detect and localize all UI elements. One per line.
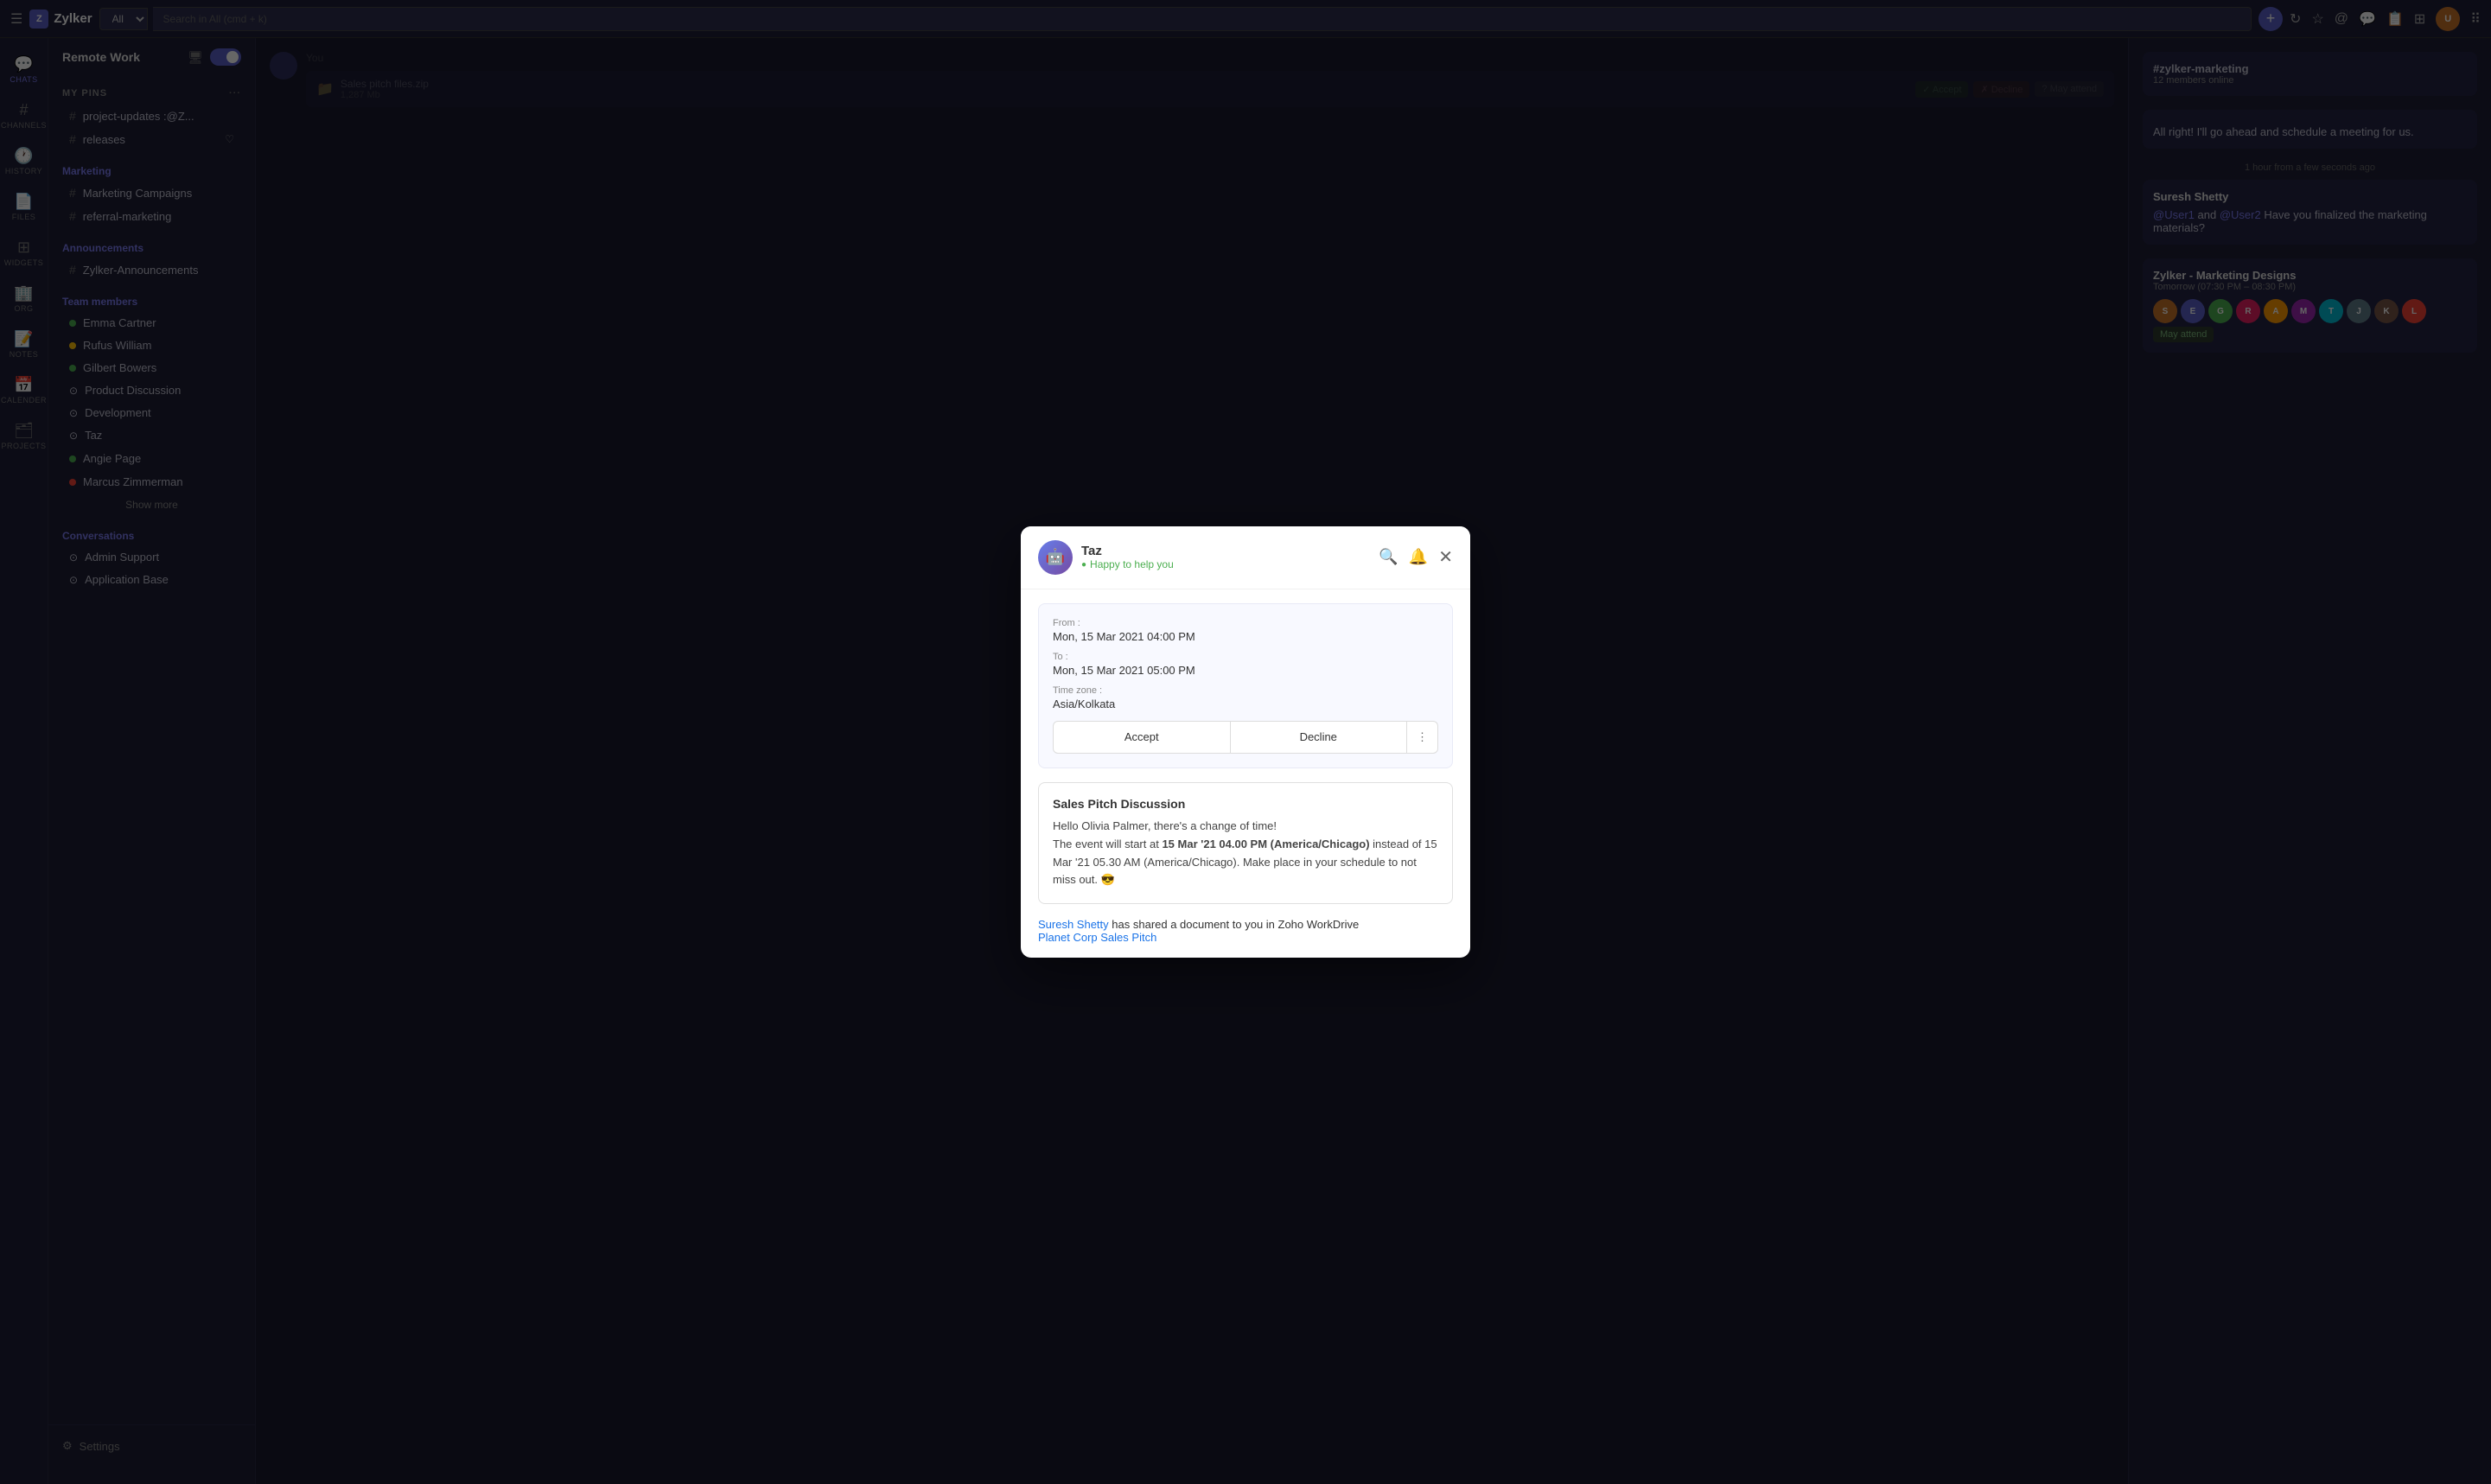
event-card: From : Mon, 15 Mar 2021 04:00 PM To : Mo… (1038, 603, 1453, 768)
modal-search-button[interactable]: 🔍 (1379, 548, 1398, 566)
event-to-value: Mon, 15 Mar 2021 05:00 PM (1053, 664, 1438, 677)
modal-body: From : Mon, 15 Mar 2021 04:00 PM To : Mo… (1021, 589, 1470, 958)
taz-modal: 🤖 Taz Happy to help you 🔍 🔔 ✕ From : Mon… (1021, 526, 1470, 958)
sales-body-bold: 15 Mar '21 04.00 PM (America/Chicago) (1162, 838, 1369, 850)
event-decline-button[interactable]: Decline (1231, 721, 1408, 754)
sales-body-intro: Hello Olivia Palmer, there's a change of… (1053, 819, 1277, 832)
workdrive-doc-link[interactable]: Planet Corp Sales Pitch (1038, 931, 1156, 944)
event-to-label: To : (1053, 652, 1438, 662)
event-to-field: To : Mon, 15 Mar 2021 05:00 PM (1053, 652, 1438, 677)
sales-body-line1: The event will start at (1053, 838, 1162, 850)
event-timezone-field: Time zone : Asia/Kolkata (1053, 685, 1438, 710)
sales-pitch-card: Sales Pitch Discussion Hello Olivia Palm… (1038, 782, 1453, 904)
modal-bell-button[interactable]: 🔔 (1409, 548, 1428, 566)
sales-pitch-body: Hello Olivia Palmer, there's a change of… (1053, 818, 1438, 889)
workdrive-intro-text: has shared a document to you in Zoho Wor… (1112, 918, 1359, 931)
event-more-button[interactable]: ⋮ (1407, 721, 1438, 754)
bot-info-text: Taz Happy to help you (1081, 544, 1174, 570)
bot-status: Happy to help you (1081, 558, 1174, 570)
workdrive-sender[interactable]: Suresh Shetty (1038, 918, 1109, 931)
event-timezone-label: Time zone : (1053, 685, 1438, 696)
bot-name: Taz (1081, 544, 1174, 558)
event-accept-button[interactable]: Accept (1053, 721, 1231, 754)
modal-close-button[interactable]: ✕ (1438, 546, 1453, 568)
event-timezone-value: Asia/Kolkata (1053, 697, 1438, 710)
modal-header: 🤖 Taz Happy to help you 🔍 🔔 ✕ (1021, 526, 1470, 589)
modal-overlay[interactable]: 🤖 Taz Happy to help you 🔍 🔔 ✕ From : Mon… (0, 0, 2491, 1484)
event-actions: Accept Decline ⋮ (1053, 721, 1438, 754)
sales-pitch-title: Sales Pitch Discussion (1053, 797, 1438, 811)
event-from-value: Mon, 15 Mar 2021 04:00 PM (1053, 630, 1438, 643)
modal-actions: 🔍 🔔 ✕ (1379, 546, 1453, 568)
bot-avatar: 🤖 (1038, 540, 1073, 575)
modal-bot-info: 🤖 Taz Happy to help you (1038, 540, 1174, 575)
workdrive-section: Suresh Shetty has shared a document to y… (1038, 918, 1453, 944)
event-from-label: From : (1053, 618, 1438, 628)
event-from-field: From : Mon, 15 Mar 2021 04:00 PM (1053, 618, 1438, 643)
